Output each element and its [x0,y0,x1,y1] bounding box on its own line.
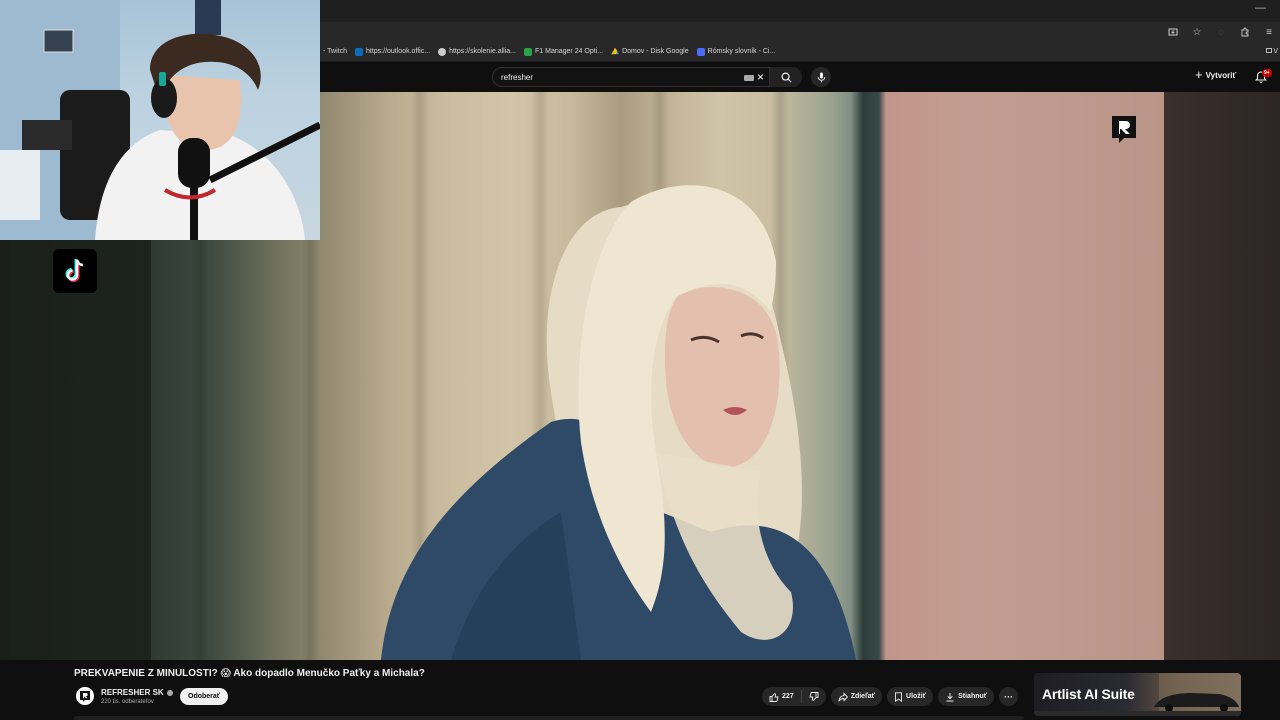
bookmark-item[interactable]: https://skolenie.allia... [438,47,517,56]
bookmark-label: F1 Manager 24 Opti... [535,48,604,55]
channel-name[interactable]: REFRESHER SK [101,688,173,697]
bookmark-star-icon[interactable]: ☆ [1190,25,1204,39]
reading-list-icon[interactable]: ≡ [1262,25,1276,39]
voice-search-button[interactable] [811,67,831,87]
minimize-icon[interactable]: — [1255,2,1266,14]
bookmark-label: - Twitch [323,48,347,55]
bookmark-item[interactable]: Domov - Disk Google [611,47,689,56]
verified-icon [166,689,173,696]
bookmark-item[interactable]: https://outlook.offic... [355,47,431,56]
bookmark-icon [895,691,902,702]
dictionary-icon [696,47,705,56]
thumbs-down-icon [809,691,819,701]
ad-banner[interactable]: Artlist AI Suite [1034,673,1241,716]
plus-icon: + [1195,67,1203,82]
download-label: Stiahnuť [958,693,988,700]
extensions-icon[interactable] [1238,25,1252,39]
channel-name-label: REFRESHER SK [101,688,164,697]
subscriber-count: 220 tis. odberateľov [101,699,154,705]
refresher-logo-icon [80,691,90,702]
bookmark-label: https://outlook.offic... [366,48,431,55]
player-ambient-right [1164,92,1280,660]
bookmark-item[interactable]: F1 Manager 24 Opti... [524,47,604,56]
download-button[interactable]: Stiahnuť [938,687,995,706]
share-icon [838,691,848,702]
save-button[interactable]: Uložiť [887,687,934,706]
like-count: 227 [782,693,794,700]
globe-icon [438,47,447,56]
more-bookmarks-button[interactable]: V [1266,48,1278,55]
search-icon [781,72,792,83]
outlook-icon [355,47,363,56]
bookmark-label: Rómsky slovník - Ci... [707,48,776,55]
clear-search-icon[interactable]: × [757,70,764,84]
more-bookmarks-label: V [1273,48,1278,55]
search-button[interactable] [769,67,802,87]
bookmark-label: Domov - Disk Google [622,48,689,55]
refresher-watermark-icon [1112,116,1136,143]
video-actions: 227 Zdieľať Uložiť Stiahnuť ··· [762,687,1019,706]
like-button[interactable]: 227 [762,690,802,703]
folder-icon [1266,48,1273,53]
download-icon [946,692,954,701]
video-info: PREKVAPENIE Z MINULOSTI? 😱 Ako dopadlo M… [0,660,1280,720]
install-app-icon[interactable] [1166,25,1180,39]
f1-manager-icon [524,47,533,56]
keyboard-icon[interactable] [744,75,754,81]
microphone-icon [817,72,825,82]
search-box: × [492,67,802,87]
more-actions-button[interactable]: ··· [999,687,1019,706]
create-label: Vytvoriť [1205,70,1237,80]
ad-text: Artlist AI Suite [1042,686,1135,702]
streamer-webcam [0,0,320,240]
description-strip [74,716,1024,720]
tiktok-logo-icon [53,249,97,293]
search-input[interactable] [501,71,731,84]
dislike-button[interactable] [802,691,826,702]
video-title: PREKVAPENIE Z MINULOSTI? 😱 Ako dopadlo M… [74,668,425,679]
loading-icon: ◌ [1218,26,1224,38]
bookmark-item[interactable]: Rómsky slovník - Ci... [696,47,776,56]
save-label: Uložiť [906,693,927,700]
thumbs-up-icon [769,692,779,702]
share-label: Zdieľať [850,693,876,700]
bookmark-label: https://skolenie.allia... [449,48,517,55]
subscribe-button[interactable]: Odoberať [180,688,229,705]
share-button[interactable]: Zdieľať [830,687,883,706]
webcam-scene [0,0,320,240]
channel-avatar[interactable] [76,687,94,705]
notifications-badge: 9+ [1262,69,1272,77]
bookmark-item[interactable]: - Twitch [320,48,347,55]
create-button[interactable]: + Vytvoriť [1195,67,1237,82]
like-dislike-group: 227 [762,687,826,706]
google-drive-icon [611,47,620,55]
